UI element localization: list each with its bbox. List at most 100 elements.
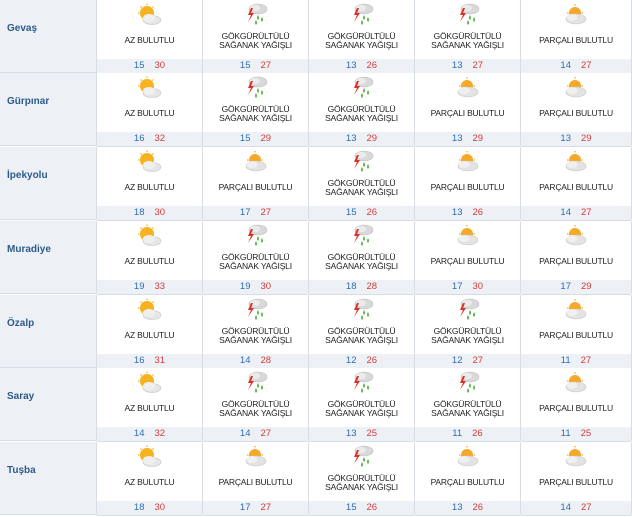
- condition-label: GÖKGÜRÜLTÜLÜ SAĞANAK YAĞIŞLI: [325, 399, 398, 418]
- partly-cloudy-icon: [563, 3, 589, 27]
- city-name[interactable]: Gürpınar: [0, 73, 97, 146]
- thunder-rain-icon-graphic: [459, 298, 479, 320]
- city-name[interactable]: Saray: [0, 368, 97, 441]
- condition-label: GÖKGÜRÜLTÜLÜ SAĞANAK YAĞIŞLI: [219, 31, 292, 50]
- condition-area: GÖKGÜRÜLTÜLÜ SAĞANAK YAĞIŞLI: [309, 221, 414, 281]
- temperature-bar: 17 29: [521, 280, 631, 295]
- min-temperature: 12: [451, 355, 463, 366]
- condition-label: GÖKGÜRÜLTÜLÜ SAĞANAK YAĞIŞLI: [219, 252, 292, 271]
- sun-cloud-icon-graphic: [137, 150, 161, 172]
- partly-cloudy-icon-graphic: [565, 299, 587, 320]
- thunder-rain-icon-graphic: [459, 3, 479, 25]
- partly-cloudy-icon: [563, 445, 589, 469]
- sun-cloud-icon-graphic: [137, 445, 161, 467]
- max-temperature: 25: [580, 428, 592, 439]
- condition-area: GÖKGÜRÜLTÜLÜ SAĞANAK YAĞIŞLI: [203, 368, 308, 428]
- max-temperature: 26: [366, 355, 378, 366]
- temperature-bar: 14 28: [203, 354, 308, 369]
- thunder-rain-icon-graphic: [353, 76, 373, 98]
- max-temperature: 26: [472, 207, 484, 218]
- partly-cloudy-icon-graphic: [457, 446, 478, 467]
- forecast-row: Tuşba AZ BULUTLU 18 30 PARÇALI BULUTLU 17 27 GÖ…: [0, 442, 632, 516]
- min-temperature: 15: [133, 60, 145, 71]
- forecast-day-cell: GÖKGÜRÜLTÜLÜ SAĞANAK YAĞIŞLI 18 28: [309, 221, 415, 295]
- condition-label: GÖKGÜRÜLTÜLÜ SAĞANAK YAĞIŞLI: [431, 326, 504, 345]
- max-temperature: 26: [472, 428, 483, 439]
- max-temperature: 30: [472, 281, 484, 292]
- forecast-day-cell: GÖKGÜRÜLTÜLÜ SAĞANAK YAĞIŞLI 15 26: [309, 442, 415, 516]
- max-temperature: 27: [472, 355, 484, 366]
- thunder-rain-icon-graphic: [247, 76, 267, 98]
- max-temperature: 28: [366, 281, 378, 292]
- min-temperature: 16: [133, 355, 145, 366]
- condition-label: GÖKGÜRÜLTÜLÜ SAĞANAK YAĞIŞLI: [219, 104, 292, 123]
- sun-cloud-icon: [137, 150, 163, 174]
- max-temperature: 27: [580, 355, 592, 366]
- forecast-day-cell: AZ BULUTLU 18 30: [97, 147, 203, 221]
- min-temperature: 18: [345, 281, 357, 292]
- condition-label: GÖKGÜRÜLTÜLÜ SAĞANAK YAĞIŞLI: [325, 252, 398, 271]
- min-temperature: 13: [345, 133, 357, 144]
- forecast-day-cell: PARÇALI BULUTLU 17 27: [203, 442, 309, 516]
- max-temperature: 29: [581, 281, 592, 292]
- max-temperature: 25: [366, 428, 378, 439]
- forecast-day-cell: GÖKGÜRÜLTÜLÜ SAĞANAK YAĞIŞLI 12 27: [415, 295, 521, 369]
- thunder-rain-icon-graphic: [353, 150, 373, 172]
- sun-cloud-icon-graphic: [137, 224, 161, 246]
- condition-area: GÖKGÜRÜLTÜLÜ SAĞANAK YAĞIŞLI: [203, 0, 308, 60]
- forecast-day-cell: AZ BULUTLU 16 31: [97, 295, 203, 369]
- forecast-day-cell: AZ BULUTLU 14 32: [97, 368, 203, 442]
- city-name[interactable]: Özalp: [0, 295, 97, 368]
- forecast-row: Gevaş AZ BULUTLU 15 30 GÖKGÜRÜLTÜLÜ SAĞANAK …: [0, 0, 632, 74]
- forecast-day-cell: GÖKGÜRÜLTÜLÜ SAĞANAK YAĞIŞLI 13 25: [309, 368, 415, 442]
- max-temperature: 26: [366, 60, 378, 71]
- sun-cloud-icon: [137, 3, 163, 27]
- temperature-bar: 14 27: [521, 206, 631, 221]
- forecast-day-cell: PARÇALI BULUTLU 11 27: [521, 295, 632, 369]
- partly-cloudy-icon-graphic: [565, 446, 587, 467]
- temperature-bar: 14 32: [97, 427, 202, 442]
- forecast-day-cell: GÖKGÜRÜLTÜLÜ SAĞANAK YAĞIŞLI 19 30: [203, 221, 309, 295]
- min-temperature: 12: [345, 355, 357, 366]
- min-temperature: 13: [451, 60, 463, 71]
- condition-area: GÖKGÜRÜLTÜLÜ SAĞANAK YAĞIŞLI: [309, 147, 414, 207]
- thunder-rain-icon: [243, 298, 269, 322]
- partly-cloudy-icon-graphic: [457, 225, 478, 246]
- city-name[interactable]: İpekyolu: [0, 147, 97, 220]
- temperature-bar: 13 26: [309, 59, 414, 74]
- min-temperature: 13: [451, 133, 463, 144]
- sun-cloud-icon-graphic: [137, 371, 161, 393]
- max-temperature: 28: [260, 355, 272, 366]
- forecast-row: Saray AZ BULUTLU 14 32 GÖKGÜRÜLTÜLÜ SAĞANAK …: [0, 368, 632, 442]
- max-temperature: 32: [154, 133, 166, 144]
- condition-area: GÖKGÜRÜLTÜLÜ SAĞANAK YAĞIŞLI: [203, 73, 308, 133]
- temperature-bar: 17 27: [203, 501, 308, 516]
- city-name[interactable]: Tuşba: [0, 442, 97, 515]
- condition-label: GÖKGÜRÜLTÜLÜ SAĞANAK YAĞIŞLI: [431, 399, 504, 418]
- temperature-bar: 18 28: [309, 280, 414, 295]
- city-name[interactable]: Muradiye: [0, 221, 97, 294]
- sun-cloud-icon-graphic: [137, 76, 161, 98]
- sun-cloud-icon: [137, 371, 163, 395]
- temperature-bar: 16 31: [97, 354, 202, 369]
- partly-cloudy-icon-graphic: [565, 77, 587, 98]
- max-temperature: 27: [260, 502, 272, 513]
- partly-cloudy-icon: [455, 150, 481, 174]
- condition-area: PARÇALI BULUTLU: [521, 442, 631, 502]
- partly-cloudy-icon: [243, 150, 269, 174]
- max-temperature: 27: [260, 428, 272, 439]
- temperature-bar: 15 30: [97, 59, 202, 74]
- city-name[interactable]: Gevaş: [0, 0, 97, 73]
- forecast-day-cell: PARÇALI BULUTLU 13 26: [415, 147, 521, 221]
- condition-area: PARÇALI BULUTLU: [415, 442, 520, 502]
- min-temperature: 19: [239, 281, 251, 292]
- temperature-bar: 15 29: [203, 132, 308, 147]
- thunder-rain-icon: [349, 224, 375, 248]
- min-temperature: 17: [560, 281, 571, 292]
- max-temperature: 30: [154, 207, 166, 218]
- sun-cloud-icon: [137, 445, 163, 469]
- thunder-rain-icon: [455, 371, 481, 395]
- min-temperature: 13: [345, 60, 357, 71]
- temperature-bar: 12 27: [415, 354, 520, 369]
- condition-area: GÖKGÜRÜLTÜLÜ SAĞANAK YAĞIŞLI: [309, 0, 414, 60]
